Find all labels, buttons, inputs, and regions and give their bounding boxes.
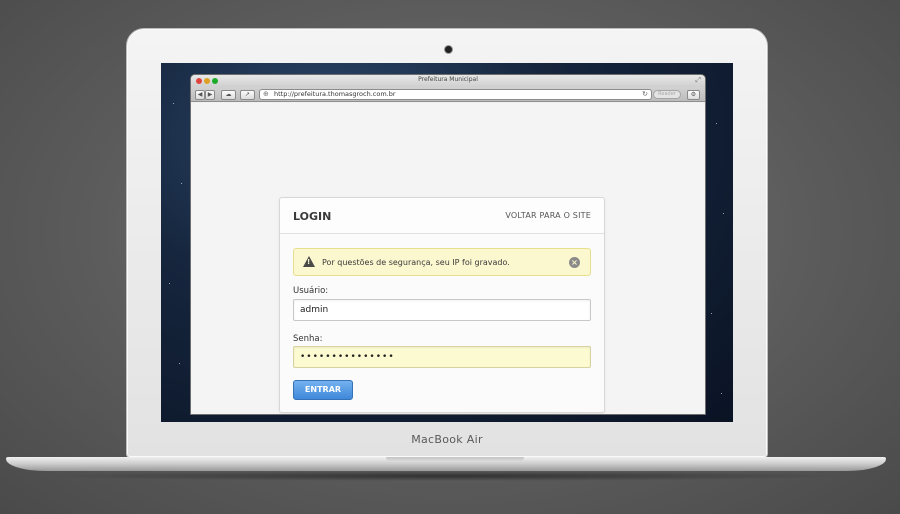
laptop-screen: Prefeitura Municipal ⤢ ◀ ▶ ☁ ↗ ⊕ http://…	[161, 63, 733, 422]
username-label: Usuário:	[293, 286, 329, 296]
alert-message: Por questões de segurança, seu IP foi gr…	[322, 258, 510, 267]
security-alert: Por questões de segurança, seu IP foi gr…	[293, 248, 591, 276]
fullscreen-icon[interactable]: ⤢	[695, 77, 701, 84]
browser-titlebar: Prefeitura Municipal ⤢	[191, 75, 705, 87]
url-text: http://prefeitura.thomasgroch.com.br	[274, 90, 396, 98]
globe-icon: ⊕	[263, 90, 269, 98]
reader-button[interactable]: Reader	[653, 90, 681, 99]
laptop-lid: Prefeitura Municipal ⤢ ◀ ▶ ☁ ↗ ⊕ http://…	[126, 28, 768, 458]
browser-window: Prefeitura Municipal ⤢ ◀ ▶ ☁ ↗ ⊕ http://…	[191, 75, 705, 414]
page-content: LOGIN VOLTAR PARA O SITE Por questões de…	[191, 103, 705, 414]
base-shadow	[40, 471, 850, 481]
login-card: LOGIN VOLTAR PARA O SITE Por questões de…	[279, 197, 605, 413]
cloud-icon[interactable]: ☁	[221, 90, 236, 100]
browser-toolbar: ◀ ▶ ☁ ↗ ⊕ http://prefeitura.thomasgroch.…	[191, 87, 705, 102]
warning-icon	[303, 256, 315, 267]
password-field[interactable]: •••••••••••••••	[293, 346, 591, 368]
share-icon[interactable]: ↗	[240, 90, 255, 100]
laptop-base	[6, 457, 886, 471]
page-title: LOGIN	[293, 210, 332, 223]
password-label: Senha:	[293, 334, 323, 344]
brand-label: MacBook Air	[411, 433, 483, 446]
camera-icon	[445, 46, 452, 53]
window-title: Prefeitura Municipal	[418, 76, 478, 83]
reload-icon[interactable]: ↻	[642, 90, 648, 99]
card-header: LOGIN VOLTAR PARA O SITE	[280, 198, 604, 234]
settings-icon[interactable]: ⚙	[687, 90, 700, 100]
hinge-notch	[386, 457, 524, 462]
back-button[interactable]: ◀	[195, 90, 205, 100]
username-field[interactable]: admin	[293, 299, 591, 321]
url-bar[interactable]: ⊕ http://prefeitura.thomasgroch.com.br ↻	[259, 89, 652, 100]
forward-button[interactable]: ▶	[205, 90, 215, 100]
close-icon[interactable]: ×	[569, 257, 580, 268]
login-button[interactable]: ENTRAR	[293, 380, 353, 400]
back-to-site-link[interactable]: VOLTAR PARA O SITE	[505, 211, 591, 220]
